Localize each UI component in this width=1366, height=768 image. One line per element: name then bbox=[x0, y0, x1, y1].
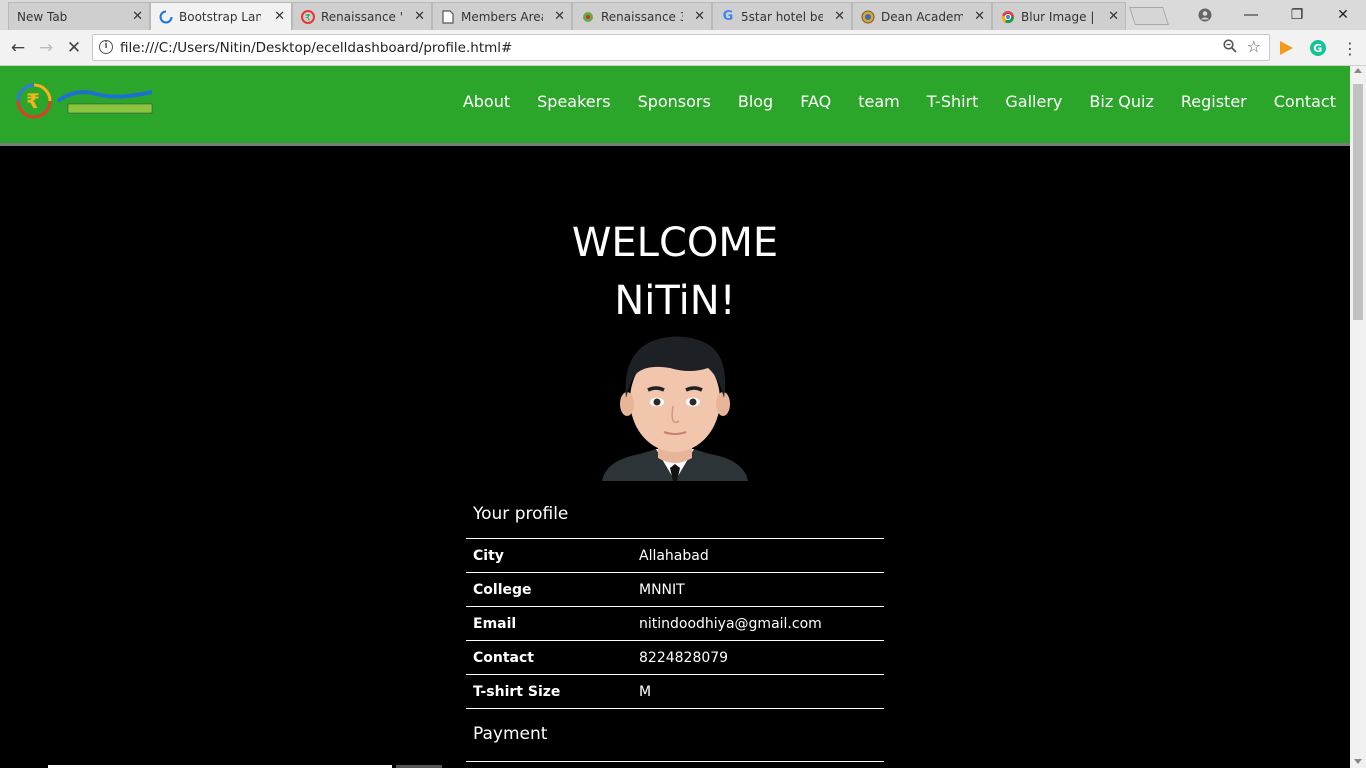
profile-key: Email bbox=[473, 615, 517, 632]
menu-kebab-icon[interactable]: ⋮ bbox=[1338, 36, 1362, 60]
forward-arrow-icon[interactable]: → bbox=[34, 36, 58, 60]
site-navbar: ₹ About Speakers Sponsors Blog FAQ team … bbox=[0, 66, 1350, 146]
nav-biz-quiz[interactable]: Biz Quiz bbox=[1089, 92, 1153, 111]
renaissance-logo-icon: ₹ bbox=[301, 9, 315, 24]
tab-label: New Tab bbox=[17, 9, 68, 24]
nav-tshirt[interactable]: T-Shirt bbox=[927, 92, 979, 111]
browser-toolbar: ← → ✕ i file:///C:/Users/Nitin/Desktop/e… bbox=[0, 30, 1366, 66]
address-bar[interactable]: i file:///C:/Users/Nitin/Desktop/ecellda… bbox=[92, 34, 1270, 61]
loading-spinner-icon bbox=[159, 10, 173, 24]
minimize-icon[interactable]: ― bbox=[1228, 0, 1274, 30]
profile-row-city: City Allahabad bbox=[466, 539, 884, 573]
renaissance-logo[interactable]: ₹ bbox=[16, 82, 156, 120]
profile-key: College bbox=[473, 581, 532, 598]
tab-label: 5star hotel bed bbox=[741, 9, 823, 24]
nav-about[interactable]: About bbox=[463, 92, 510, 111]
tab-5star-hotel[interactable]: G 5star hotel bed ✕ bbox=[712, 2, 852, 30]
puzzle-icon bbox=[581, 10, 595, 24]
welcome-heading: WELCOME bbox=[571, 220, 779, 266]
tab-bootstrap-landing[interactable]: Bootstrap Landi ✕ bbox=[150, 2, 292, 30]
scroll-up-arrow-icon[interactable] bbox=[1354, 68, 1362, 73]
close-icon[interactable]: ✕ bbox=[414, 9, 425, 24]
profile-value: 8224828079 bbox=[639, 649, 729, 666]
google-icon: G bbox=[722, 9, 734, 24]
profile-value: MNNIT bbox=[639, 581, 685, 598]
document-icon bbox=[441, 9, 455, 24]
nav-gallery[interactable]: Gallery bbox=[1005, 92, 1062, 111]
close-icon[interactable]: ✕ bbox=[554, 9, 565, 24]
profile-card: Your profile City Allahabad College MNNI… bbox=[466, 496, 884, 762]
nav-speakers[interactable]: Speakers bbox=[537, 92, 610, 111]
profile-value: Allahabad bbox=[639, 547, 709, 564]
browser-tab-strip: New Tab ✕ Bootstrap Landi ✕ ₹ Renaissanc… bbox=[0, 0, 1366, 30]
profile-icon[interactable] bbox=[1182, 0, 1228, 30]
close-icon[interactable]: ✕ bbox=[694, 9, 705, 24]
welcome-username: NiTiN! bbox=[614, 278, 736, 324]
tab-label: Members Area bbox=[461, 9, 543, 24]
tab-label: Blur Image | Ea bbox=[1021, 9, 1097, 24]
tab-renaissance-18[interactable]: ₹ Renaissance '18 ✕ bbox=[292, 2, 432, 30]
stop-loading-icon[interactable]: ✕ bbox=[62, 36, 86, 60]
tab-dean-academic[interactable]: Dean Academic ✕ bbox=[852, 2, 992, 30]
profile-title: Your profile bbox=[466, 496, 884, 539]
close-icon[interactable]: ✕ bbox=[132, 9, 143, 24]
profile-row-tshirt-size: T-shirt Size M bbox=[466, 675, 884, 709]
bookmark-star-icon[interactable]: ☆ bbox=[1247, 37, 1261, 56]
nav-register[interactable]: Register bbox=[1181, 92, 1247, 111]
tab-members-area[interactable]: Members Area ✕ bbox=[432, 2, 572, 30]
tab-blur-image[interactable]: Blur Image | Ea ✕ bbox=[992, 2, 1126, 30]
tab-label: Renaissance 3.0 bbox=[601, 9, 683, 24]
nav-team[interactable]: team bbox=[858, 92, 900, 111]
nav-links: About Speakers Sponsors Blog FAQ team T-… bbox=[436, 92, 1336, 111]
close-icon[interactable]: ✕ bbox=[834, 9, 845, 24]
back-arrow-icon[interactable]: ← bbox=[6, 36, 30, 60]
svg-text:₹: ₹ bbox=[305, 13, 311, 23]
svg-text:G: G bbox=[1313, 42, 1322, 55]
svg-text:₹: ₹ bbox=[26, 89, 40, 113]
close-icon[interactable]: ✕ bbox=[274, 9, 285, 24]
scroll-down-arrow-icon[interactable] bbox=[1354, 759, 1362, 764]
zoom-icon[interactable] bbox=[1223, 39, 1237, 57]
avatar bbox=[600, 332, 750, 481]
tab-label: Dean Academic bbox=[881, 9, 963, 24]
profile-value: nitindoodhiya@gmail.com bbox=[639, 615, 822, 632]
nav-faq[interactable]: FAQ bbox=[800, 92, 831, 111]
close-icon[interactable]: ✕ bbox=[974, 9, 985, 24]
play-extension-icon[interactable] bbox=[1277, 39, 1295, 57]
profile-key: T-shirt Size bbox=[473, 683, 561, 700]
address-bar-url[interactable]: file:///C:/Users/Nitin/Desktop/ecelldash… bbox=[120, 40, 512, 56]
nav-contact[interactable]: Contact bbox=[1274, 92, 1336, 111]
profile-row-college: College MNNIT bbox=[466, 573, 884, 607]
chrome-icon bbox=[1001, 10, 1015, 24]
tab-renaissance-3[interactable]: Renaissance 3.0 ✕ bbox=[572, 2, 712, 30]
grammarly-icon[interactable]: G bbox=[1309, 39, 1327, 57]
scrollbar-thumb[interactable] bbox=[1353, 84, 1363, 320]
info-icon[interactable]: i bbox=[99, 40, 113, 54]
profile-key: City bbox=[473, 547, 504, 564]
close-icon[interactable]: ✕ bbox=[1108, 9, 1119, 24]
profile-row-contact: Contact 8224828079 bbox=[466, 641, 884, 675]
nav-sponsors[interactable]: Sponsors bbox=[638, 92, 711, 111]
seal-icon bbox=[861, 10, 875, 24]
nav-blog[interactable]: Blog bbox=[738, 92, 773, 111]
tab-label: Renaissance '18 bbox=[321, 9, 403, 24]
restore-icon[interactable]: ❐ bbox=[1274, 0, 1320, 30]
tab-new-tab[interactable]: New Tab ✕ bbox=[8, 2, 150, 30]
page-scrollbar[interactable] bbox=[1350, 66, 1366, 768]
tab-label: Bootstrap Landi bbox=[179, 9, 261, 24]
profile-row-email: Email nitindoodhiya@gmail.com bbox=[466, 607, 884, 641]
profile-key: Contact bbox=[473, 649, 534, 666]
window-close-icon[interactable]: ✕ bbox=[1320, 0, 1366, 30]
new-tab-button[interactable] bbox=[1129, 7, 1169, 25]
profile-value: M bbox=[639, 683, 652, 700]
payment-title: Payment bbox=[466, 709, 884, 762]
